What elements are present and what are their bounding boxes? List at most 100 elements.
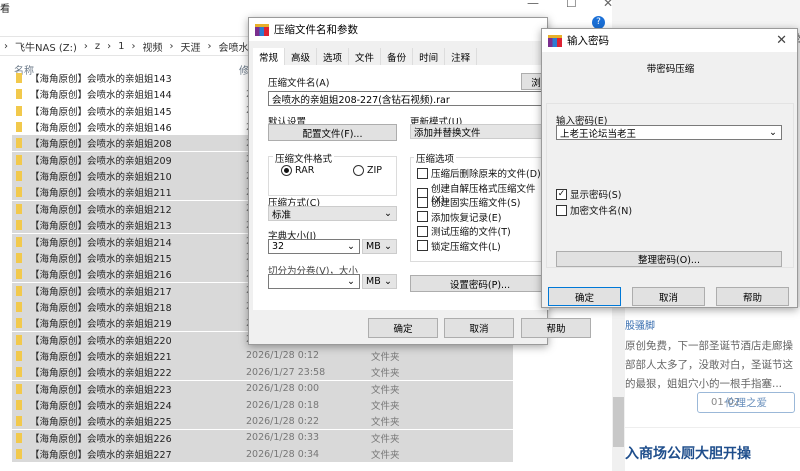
tab-files[interactable]: 文件 <box>349 48 382 66</box>
article-heading[interactable]: 入商场公厕大胆开操 <box>625 443 751 463</box>
file-row[interactable]: 【海角原创】会喷水的亲姐姐221 2026/1/28 0:12 文件夹 <box>12 347 513 364</box>
tab-comment[interactable]: 注释 <box>445 48 478 66</box>
scrollbar-thumb[interactable] <box>613 397 624 447</box>
tab-advanced[interactable]: 高级 <box>285 48 318 66</box>
file-name: 【海角原创】会喷水的亲姐姐225 <box>30 417 172 429</box>
password-input[interactable]: 上老王论坛当老王 ⌄ <box>556 125 782 140</box>
file-date: 2026/1/28 0:18 <box>246 399 320 411</box>
option-label: 压缩后删除原来的文件(D) <box>431 169 541 180</box>
show-password-checkbox[interactable]: ✓ 显示密码(S) <box>556 187 621 201</box>
file-name: 【海角原创】会喷水的亲姐姐144 <box>30 90 172 102</box>
web-article: 股骚脚 原创免费，下一部圣诞节酒店走廊操 部部人太多了，没敢对白，圣诞节这 的最… <box>625 307 800 471</box>
file-name: 【海角原创】会喷水的亲姐姐212 <box>30 204 172 216</box>
profiles-button[interactable]: 配置文件(F)... <box>268 124 397 141</box>
update-mode-select[interactable]: 添加并替换文件 <box>410 124 550 139</box>
file-name: 【海角原创】会喷水的亲姐姐215 <box>30 253 172 265</box>
folder-icon <box>16 432 22 443</box>
file-name: 【海角原创】会喷水的亲姐姐145 <box>30 106 172 118</box>
file-row[interactable]: 【海角原创】会喷水的亲姐姐227 2026/1/28 0:34 文件夹 <box>12 446 513 463</box>
folder-icon <box>16 400 22 410</box>
password-ok-button[interactable]: 确定 <box>548 287 621 306</box>
checkmark-icon: ✓ <box>556 188 567 200</box>
tab-options[interactable]: 选项 <box>317 48 350 66</box>
option-checkbox[interactable]: 添加恢复记录(E) <box>417 210 501 224</box>
password-dialog-title: 输入密码 <box>567 35 609 47</box>
folder-icon <box>16 367 22 378</box>
option-checkbox[interactable]: 创建固实压缩文件(S) <box>417 195 520 209</box>
ok-button[interactable]: 确定 <box>368 318 438 338</box>
option-checkbox[interactable]: 锁定压缩文件(L) <box>417 239 501 253</box>
article-link[interactable]: 股骚脚 <box>625 317 655 332</box>
file-name: 【海角原创】会喷水的亲姐姐224 <box>30 401 172 412</box>
file-type: 文件夹 <box>371 433 400 445</box>
option-label: 测试压缩的文件(T) <box>431 227 511 238</box>
archive-name-label: 压缩文件名(A) <box>268 78 330 89</box>
password-subtitle: 带密码压缩 <box>646 64 695 75</box>
folder-icon <box>16 187 22 198</box>
crumb[interactable]: 天涯 <box>181 39 201 54</box>
folder-icon <box>16 105 22 116</box>
file-row[interactable]: 【海角原创】会喷水的亲姐姐222 2026/1/27 23:58 文件夹 <box>12 364 513 381</box>
folder-icon <box>16 334 22 345</box>
password-cancel-button[interactable]: 取消 <box>632 287 705 306</box>
folder-icon <box>16 220 22 231</box>
encrypt-names-checkbox[interactable]: 加密文件名(N) <box>556 203 632 217</box>
dict-size-select[interactable]: 32 ⌄ <box>268 239 360 254</box>
option-checkbox[interactable]: 压缩后删除原来的文件(D) <box>417 166 541 180</box>
file-name: 【海角原创】会喷水的亲姐姐211 <box>30 188 172 200</box>
maximize-button[interactable]: ☐ <box>566 0 577 10</box>
dict-value: 32 <box>272 241 285 252</box>
crumb[interactable]: 1 <box>118 41 124 52</box>
help-button[interactable]: 帮助 <box>521 318 591 338</box>
method-select[interactable]: 标准 ⌄ <box>268 206 397 221</box>
split-size-select[interactable]: ⌄ <box>268 274 360 289</box>
set-password-button[interactable]: 设置密码(P)... <box>410 275 550 292</box>
folder-icon <box>16 73 22 83</box>
split-unit-select[interactable]: MB ⌄ <box>362 274 397 289</box>
password-value: 上老王论坛当老王 <box>560 128 637 140</box>
menu-view[interactable]: 看 <box>0 0 10 15</box>
file-name: 【海角原创】会喷水的亲姐姐213 <box>30 221 172 233</box>
organize-passwords-button[interactable]: 整理密码(O)... <box>556 251 782 267</box>
option-label: 锁定压缩文件(L) <box>431 241 501 253</box>
file-row[interactable]: 【海角原创】会喷水的亲姐姐223 2026/1/28 0:00 文件夹 <box>12 380 513 397</box>
minimize-button[interactable]: — <box>527 0 539 10</box>
file-row[interactable]: 【海角原创】会喷水的亲姐姐226 2026/1/28 0:33 文件夹 <box>12 429 513 446</box>
tab-general[interactable]: 常规 <box>253 48 286 66</box>
article-tag[interactable]: 伦理之爱 <box>697 392 795 413</box>
file-name: 【海角原创】会喷水的亲姐姐222 <box>30 368 172 380</box>
file-name: 【海角原创】会喷水的亲姐姐146 <box>30 123 172 135</box>
folder-icon <box>16 154 22 165</box>
folder-icon <box>16 449 22 460</box>
archive-dialog: 压缩文件名和参数 常规 高级 选项 文件 备份 时间 注释 压缩文件名(A) 浏… <box>248 17 591 345</box>
cancel-button[interactable]: 取消 <box>444 318 514 338</box>
tab-time[interactable]: 时间 <box>413 48 446 66</box>
dict-unit-select[interactable]: MB ⌄ <box>362 239 397 254</box>
option-checkbox[interactable]: 测试压缩的文件(T) <box>417 224 511 238</box>
file-type: 文件夹 <box>371 417 400 429</box>
options-label: 压缩选项 <box>414 151 457 165</box>
tab-backup[interactable]: 备份 <box>381 48 414 66</box>
scrollbar[interactable] <box>612 300 625 471</box>
file-type: 文件夹 <box>371 401 400 412</box>
file-name: 【海角原创】会喷水的亲姐姐218 <box>30 302 172 314</box>
close-button[interactable]: ✕ <box>603 0 613 10</box>
crumb[interactable]: 飞牛NAS (Z:) <box>15 39 77 54</box>
file-name: 【海角原创】会喷水的亲姐姐216 <box>30 270 172 282</box>
crumb[interactable]: 视频 <box>143 39 163 54</box>
file-name: 【海角原创】会喷水的亲姐姐217 <box>30 286 172 298</box>
file-name: 【海角原创】会喷水的亲姐姐208 <box>30 139 172 151</box>
file-date: 2026/1/28 0:00 <box>246 383 320 395</box>
archive-name-input[interactable]: 会喷水的亲姐姐208-227(含钻石视频).rar <box>268 91 553 106</box>
close-icon[interactable]: ✕ <box>776 33 787 48</box>
password-help-button[interactable]: 帮助 <box>716 287 789 306</box>
file-row[interactable]: 【海角原创】会喷水的亲姐姐225 2026/1/28 0:22 文件夹 <box>12 413 513 430</box>
update-mode-value: 添加并替换文件 <box>414 127 481 139</box>
file-date: 2026/1/28 0:34 <box>246 448 320 460</box>
radio-rar[interactable]: RAR <box>281 165 314 176</box>
file-name: 【海角原创】会喷水的亲姐姐214 <box>30 237 172 249</box>
article-summary: 原创免费，下一部圣诞节酒店走廊操 部部人太多了，没敢对白，圣诞节这 的最狠，姐姐… <box>625 337 793 394</box>
file-row[interactable]: 【海角原创】会喷水的亲姐姐224 2026/1/28 0:18 文件夹 <box>12 397 513 413</box>
crumb[interactable]: z <box>95 41 100 52</box>
radio-zip[interactable]: ZIP <box>353 165 382 176</box>
